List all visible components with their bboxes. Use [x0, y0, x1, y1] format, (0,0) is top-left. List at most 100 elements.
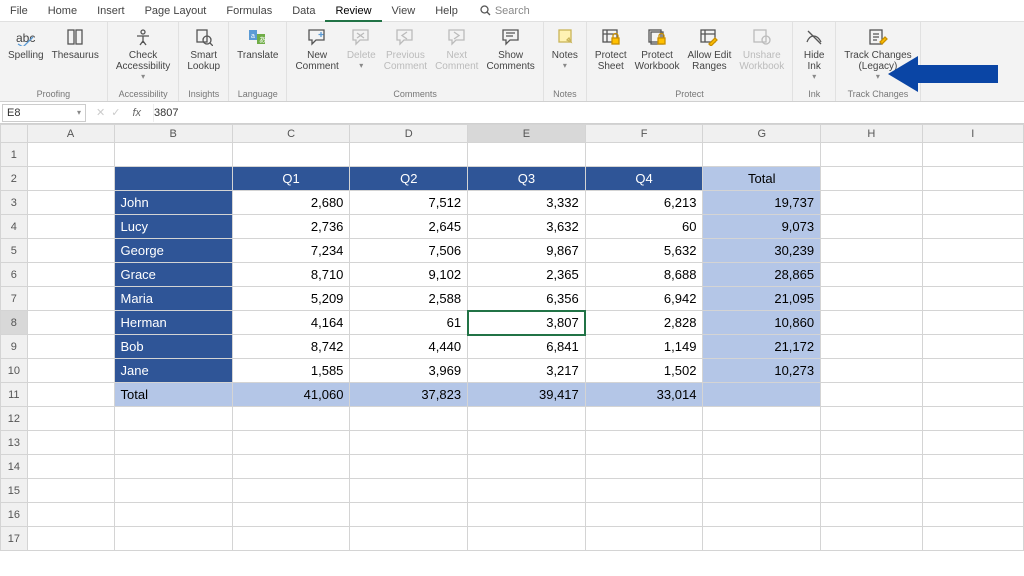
cell-E9[interactable]: 6,841	[468, 335, 586, 359]
row-header-7[interactable]: 7	[1, 287, 28, 311]
cancel-icon[interactable]: ✕	[96, 106, 105, 119]
cell-D9[interactable]: 4,440	[350, 335, 468, 359]
cell-G13[interactable]	[703, 431, 821, 455]
tab-page-layout[interactable]: Page Layout	[135, 0, 217, 22]
chevron-down-icon[interactable]: ▾	[77, 108, 81, 117]
col-header-C[interactable]: C	[232, 125, 350, 143]
cell-I12[interactable]	[922, 407, 1024, 431]
row-header-17[interactable]: 17	[1, 527, 28, 551]
tab-view[interactable]: View	[382, 0, 426, 22]
cell-C1[interactable]	[232, 143, 350, 167]
cell-E15[interactable]	[468, 479, 586, 503]
cell-G16[interactable]	[703, 503, 821, 527]
cell-G1[interactable]	[703, 143, 821, 167]
row-header-2[interactable]: 2	[1, 167, 28, 191]
cell-A16[interactable]	[27, 503, 114, 527]
cell-B4[interactable]: Lucy	[114, 215, 232, 239]
cell-C5[interactable]: 7,234	[232, 239, 350, 263]
cell-I17[interactable]	[922, 527, 1024, 551]
cell-C16[interactable]	[232, 503, 350, 527]
cell-I7[interactable]	[922, 287, 1024, 311]
cell-A5[interactable]	[27, 239, 114, 263]
cell-F15[interactable]	[585, 479, 703, 503]
row-header-6[interactable]: 6	[1, 263, 28, 287]
cell-B8[interactable]: Herman	[114, 311, 232, 335]
cell-A11[interactable]	[27, 383, 114, 407]
col-header-G[interactable]: G	[703, 125, 821, 143]
allow-edit-ranges-button[interactable]: Allow Edit Ranges	[683, 24, 735, 86]
cell-B11[interactable]: Total	[114, 383, 232, 407]
cell-D16[interactable]	[350, 503, 468, 527]
row-header-5[interactable]: 5	[1, 239, 28, 263]
cell-B13[interactable]	[114, 431, 232, 455]
show-comments-button[interactable]: Show Comments	[482, 24, 538, 86]
cell-I11[interactable]	[922, 383, 1024, 407]
cell-G12[interactable]	[703, 407, 821, 431]
enter-icon[interactable]: ✓	[111, 106, 120, 119]
cell-F13[interactable]	[585, 431, 703, 455]
cell-E16[interactable]	[468, 503, 586, 527]
cell-F1[interactable]	[585, 143, 703, 167]
cell-A6[interactable]	[27, 263, 114, 287]
cell-I5[interactable]	[922, 239, 1024, 263]
cell-D8[interactable]: 61	[350, 311, 468, 335]
col-header-B[interactable]: B	[114, 125, 232, 143]
tab-data[interactable]: Data	[282, 0, 325, 22]
protect-sheet-button[interactable]: Protect Sheet	[591, 24, 631, 86]
cell-A1[interactable]	[27, 143, 114, 167]
cell-E17[interactable]	[468, 527, 586, 551]
cell-C6[interactable]: 8,710	[232, 263, 350, 287]
cell-E4[interactable]: 3,632	[468, 215, 586, 239]
cell-G2[interactable]: Total	[703, 167, 821, 191]
thesaurus-button[interactable]: Thesaurus	[48, 24, 103, 86]
cell-B14[interactable]	[114, 455, 232, 479]
cell-B9[interactable]: Bob	[114, 335, 232, 359]
tab-help[interactable]: Help	[425, 0, 468, 22]
cell-C8[interactable]: 4,164	[232, 311, 350, 335]
cell-B15[interactable]	[114, 479, 232, 503]
cell-C4[interactable]: 2,736	[232, 215, 350, 239]
col-header-E[interactable]: E	[468, 125, 586, 143]
cell-B1[interactable]	[114, 143, 232, 167]
translate-button[interactable]: aあ Translate	[233, 24, 282, 86]
cell-H7[interactable]	[821, 287, 922, 311]
cell-C12[interactable]	[232, 407, 350, 431]
row-header-9[interactable]: 9	[1, 335, 28, 359]
cell-H10[interactable]	[821, 359, 922, 383]
cell-B3[interactable]: John	[114, 191, 232, 215]
cell-D1[interactable]	[350, 143, 468, 167]
cell-H9[interactable]	[821, 335, 922, 359]
cell-E3[interactable]: 3,332	[468, 191, 586, 215]
row-header-3[interactable]: 3	[1, 191, 28, 215]
cell-G15[interactable]	[703, 479, 821, 503]
cell-E10[interactable]: 3,217	[468, 359, 586, 383]
tell-me-search[interactable]: Search	[480, 5, 530, 17]
row-header-1[interactable]: 1	[1, 143, 28, 167]
cell-B12[interactable]	[114, 407, 232, 431]
cell-A3[interactable]	[27, 191, 114, 215]
cell-F14[interactable]	[585, 455, 703, 479]
cell-A13[interactable]	[27, 431, 114, 455]
col-header-D[interactable]: D	[350, 125, 468, 143]
cell-H11[interactable]	[821, 383, 922, 407]
name-box[interactable]: E8 ▾	[2, 104, 86, 122]
cell-C10[interactable]: 1,585	[232, 359, 350, 383]
cell-D11[interactable]: 37,823	[350, 383, 468, 407]
cell-G7[interactable]: 21,095	[703, 287, 821, 311]
cell-B16[interactable]	[114, 503, 232, 527]
fx-icon[interactable]: fx	[126, 107, 147, 119]
row-header-11[interactable]: 11	[1, 383, 28, 407]
cell-E7[interactable]: 6,356	[468, 287, 586, 311]
row-header-10[interactable]: 10	[1, 359, 28, 383]
cell-H4[interactable]	[821, 215, 922, 239]
col-header-F[interactable]: F	[585, 125, 703, 143]
protect-workbook-button[interactable]: Protect Workbook	[631, 24, 684, 86]
cell-I8[interactable]	[922, 311, 1024, 335]
row-header-12[interactable]: 12	[1, 407, 28, 431]
cell-I4[interactable]	[922, 215, 1024, 239]
cell-A9[interactable]	[27, 335, 114, 359]
cell-E5[interactable]: 9,867	[468, 239, 586, 263]
cell-F4[interactable]: 60	[585, 215, 703, 239]
cell-C7[interactable]: 5,209	[232, 287, 350, 311]
cell-A12[interactable]	[27, 407, 114, 431]
